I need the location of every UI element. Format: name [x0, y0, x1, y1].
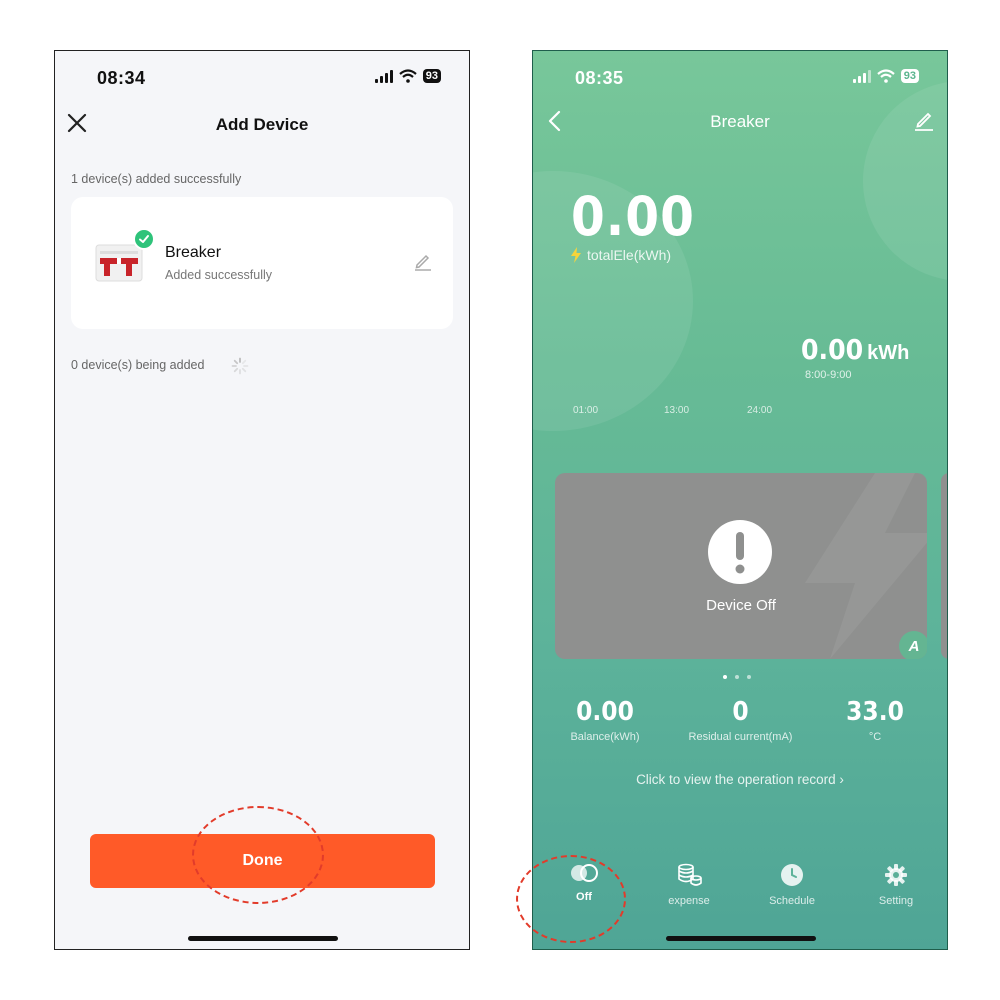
stat-label: Residual current(mA)	[688, 731, 793, 743]
device-status: Added successfully	[165, 268, 273, 282]
pagination-dot	[723, 675, 727, 679]
success-check-icon	[133, 228, 155, 250]
battery-indicator: 93	[422, 69, 441, 83]
clock-icon	[781, 864, 803, 886]
breaker-detail-screen: 08:35 93 Breaker 0.00 totalEle(kWh) 0.00…	[532, 50, 948, 950]
pencil-icon[interactable]	[413, 251, 433, 271]
stat-residual-current: 0 Residual current(mA)	[673, 697, 808, 743]
stat-temperature: 33.0 °C	[829, 697, 921, 743]
total-energy-value: 0.00	[571, 185, 695, 248]
pagination-dot	[747, 675, 751, 679]
device-off-label: Device Off	[706, 597, 776, 614]
gear-icon	[885, 864, 907, 886]
status-time: 08:35	[575, 68, 624, 88]
stat-value: 33.0	[846, 697, 904, 727]
tab-label: Setting	[878, 895, 914, 907]
wifi-icon	[877, 69, 895, 83]
period-energy-unit: kWh	[867, 342, 910, 364]
stat-label: °C	[868, 731, 882, 743]
period-energy: 0.00 kWh	[801, 333, 909, 366]
signal-icon	[852, 69, 871, 83]
axis-tick-label: 24:00	[747, 405, 773, 416]
pencil-icon[interactable]	[913, 109, 935, 131]
stat-balance: 0.00 Balance(kWh)	[553, 697, 657, 743]
status-bar: 08:34 93	[55, 51, 469, 107]
lightning-watermark-icon	[805, 473, 927, 659]
stat-label: Balance(kWh)	[570, 731, 640, 743]
stat-value: 0.00	[576, 697, 634, 727]
loading-spinner-icon	[231, 357, 249, 375]
channel-badge[interactable]: A	[899, 631, 927, 659]
lightning-icon	[571, 247, 581, 263]
next-card-peek[interactable]	[941, 473, 947, 659]
annotation-circle-done	[192, 806, 324, 904]
tab-label: Schedule	[769, 895, 815, 907]
device-name: Breaker	[165, 244, 222, 261]
status-bar: 08:35 93	[533, 51, 947, 107]
battery-indicator: 93	[900, 69, 919, 83]
chevron-right-icon: ›	[839, 772, 844, 787]
period-range: 8:00-9:00	[805, 369, 852, 381]
device-status-card[interactable]: Device Off A	[555, 473, 927, 659]
axis-tick-label: 13:00	[664, 405, 690, 416]
pagination-dot	[735, 675, 739, 679]
added-summary: 1 device(s) added successfully	[71, 172, 242, 186]
operation-record-label: Click to view the operation record	[636, 772, 836, 787]
status-time: 08:34	[97, 68, 146, 88]
tab-expense[interactable]: expense	[644, 863, 734, 907]
tab-label: expense	[668, 895, 710, 907]
period-energy-value: 0.00	[801, 333, 864, 366]
device-card[interactable]: Breaker Added successfully	[71, 197, 453, 329]
warning-icon	[708, 520, 772, 584]
tab-schedule[interactable]: Schedule	[747, 863, 837, 907]
page-title: Add Device	[215, 115, 309, 134]
home-indicator	[188, 936, 338, 941]
wifi-icon	[399, 69, 417, 83]
total-energy-label: totalEle(kWh)	[587, 247, 672, 263]
axis-tick-label: 01:00	[573, 405, 599, 416]
page-title: Breaker	[710, 112, 770, 131]
operation-record-link[interactable]: Click to view the operation record ›	[533, 772, 947, 787]
pending-summary: 0 device(s) being added	[71, 358, 205, 372]
annotation-circle-off	[516, 855, 626, 943]
breaker-thumbnail	[95, 244, 143, 282]
carousel-pagination	[723, 675, 751, 679]
coins-icon	[678, 863, 702, 886]
stat-value: 0	[732, 697, 749, 727]
signal-icon	[374, 69, 393, 83]
tab-setting[interactable]: Setting	[851, 863, 941, 907]
background-decoration	[863, 81, 947, 281]
home-indicator	[666, 936, 816, 941]
